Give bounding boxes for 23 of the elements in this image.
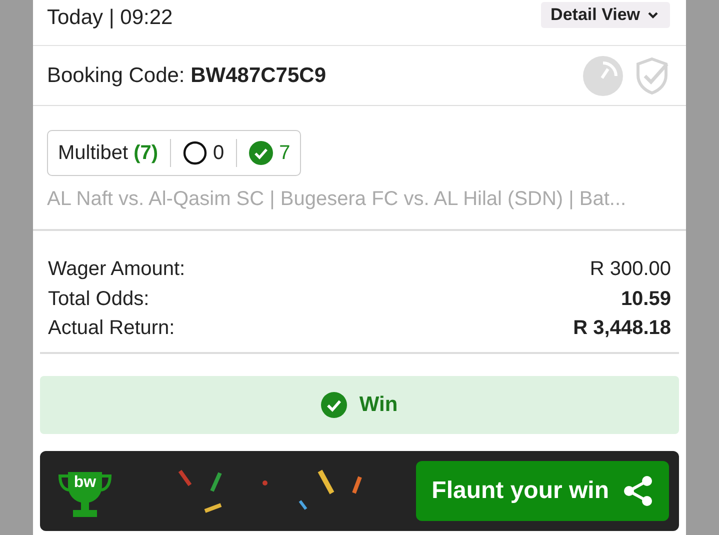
date-time: Today | 09:22 xyxy=(47,6,173,30)
gauge-icon[interactable] xyxy=(582,54,624,96)
events-list: AL Naft vs. Al-Qasim SC | Bugesera FC vs. AL Hilal (SDN) | Bat... xyxy=(47,188,672,211)
summary-value: R 3,448.18 xyxy=(573,316,671,341)
check-circle-icon xyxy=(321,392,348,418)
flaunt-button[interactable]: Flaunt your win xyxy=(416,460,669,520)
chevron-down-icon xyxy=(646,10,660,20)
summary-value: 10.59 xyxy=(620,286,671,312)
check-circle-icon xyxy=(249,141,274,165)
win-status: Win xyxy=(359,392,398,416)
summary-value: R 300.00 xyxy=(590,257,671,282)
detail-view-button[interactable]: Detail View xyxy=(540,2,670,28)
open-count: 0 xyxy=(213,142,224,164)
booking-code: Booking Code: BW487C75C9 xyxy=(47,64,326,88)
shield-check-icon[interactable] xyxy=(634,56,670,96)
share-icon xyxy=(623,474,653,506)
trophy-logo: bw xyxy=(56,462,114,520)
won-count: 7 xyxy=(279,142,290,164)
summary-label: Total Odds: xyxy=(48,286,150,312)
summary-label: Wager Amount: xyxy=(48,257,186,282)
summary-label: Actual Return: xyxy=(48,316,175,341)
bet-type: Multibet (7) xyxy=(58,142,158,164)
open-circle-icon xyxy=(183,141,208,165)
